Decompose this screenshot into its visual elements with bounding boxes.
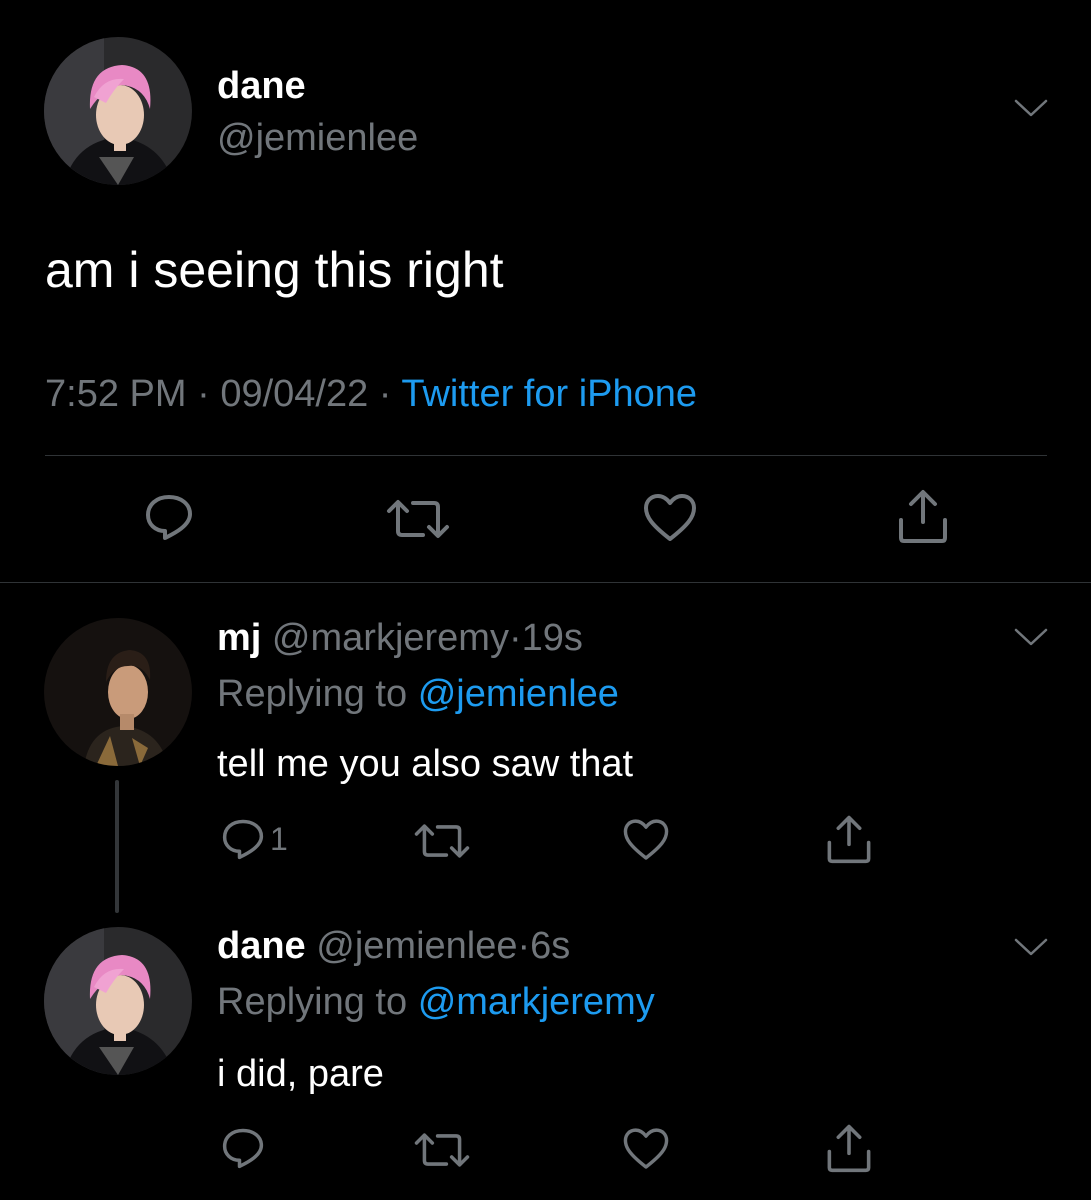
reply-button[interactable]: 1 — [220, 818, 288, 860]
chevron-down-icon[interactable] — [1014, 937, 1048, 957]
reply-icon — [222, 819, 264, 860]
tweet-meta: 7:52 PM · 09/04/22 · Twitter for iPhone — [45, 370, 697, 418]
like-icon — [623, 819, 669, 860]
like-button[interactable] — [622, 1127, 670, 1171]
meta-separator: · — [378, 373, 392, 415]
reply-time[interactable]: 6s — [530, 925, 570, 967]
meta-separator: · — [197, 373, 210, 415]
divider — [0, 582, 1091, 583]
reply-author-name[interactable]: dane — [217, 925, 306, 967]
reply-count: 1 — [270, 820, 288, 857]
retweet-icon — [387, 500, 449, 538]
reply-text: tell me you also saw that — [217, 743, 634, 785]
main-avatar[interactable] — [44, 37, 192, 185]
retweet-icon — [414, 1133, 470, 1167]
tweet-text: am i seeing this right — [45, 242, 504, 298]
replying-to-mention[interactable]: @markjeremy — [418, 981, 655, 1023]
reply-text: i did, pare — [217, 1053, 384, 1095]
retweet-icon — [414, 824, 470, 858]
chevron-down-icon[interactable] — [1014, 627, 1048, 647]
reply-dot: · — [517, 925, 531, 967]
reply-author-name[interactable]: mj — [217, 617, 261, 659]
share-icon — [827, 1124, 871, 1173]
like-button[interactable] — [642, 493, 698, 543]
like-button[interactable] — [622, 818, 670, 862]
avatar-image — [44, 927, 192, 1075]
reply-header: dane @jemienlee·6s — [217, 922, 570, 970]
tweet-source-link[interactable]: Twitter for iPhone — [401, 373, 697, 415]
replying-to-line: Replying to @markjeremy — [217, 978, 655, 1026]
retweet-button[interactable] — [413, 1130, 471, 1170]
author-name[interactable]: dane — [217, 62, 306, 110]
tweet-time: 7:52 PM — [45, 373, 187, 415]
divider — [45, 455, 1047, 456]
reply-icon — [146, 495, 192, 540]
share-icon — [827, 815, 871, 864]
like-icon — [644, 494, 696, 541]
reply-dot: · — [508, 617, 522, 659]
share-button[interactable] — [824, 814, 874, 864]
retweet-button[interactable] — [385, 497, 451, 541]
thread-connector — [115, 780, 119, 913]
replying-to-mention[interactable]: @jemienlee — [418, 673, 619, 715]
author-handle[interactable]: @jemienlee — [217, 114, 418, 162]
reply-icon — [222, 1128, 264, 1169]
share-button[interactable] — [824, 1123, 874, 1173]
replying-to-prefix: Replying to — [217, 673, 408, 715]
replying-to-line: Replying to @jemienlee — [217, 670, 619, 718]
reply-header: mj @markjeremy·19s — [217, 614, 583, 662]
reply-avatar[interactable] — [44, 927, 192, 1075]
share-button[interactable] — [895, 488, 951, 544]
reply-time[interactable]: 19s — [522, 617, 583, 659]
avatar-image — [44, 37, 192, 185]
like-icon — [623, 1128, 669, 1169]
reply-button[interactable] — [220, 1127, 266, 1169]
tweet-date: 09/04/22 — [220, 373, 369, 415]
chevron-down-icon[interactable] — [1014, 98, 1048, 118]
reply-button[interactable] — [143, 493, 195, 541]
reply-avatar[interactable] — [44, 618, 192, 766]
retweet-button[interactable] — [413, 821, 471, 861]
share-icon — [899, 490, 947, 543]
reply-author-handle[interactable]: @jemienlee — [316, 925, 517, 967]
reply-author-handle[interactable]: @markjeremy — [272, 617, 509, 659]
replying-to-prefix: Replying to — [217, 981, 408, 1023]
avatar-image — [44, 618, 192, 766]
